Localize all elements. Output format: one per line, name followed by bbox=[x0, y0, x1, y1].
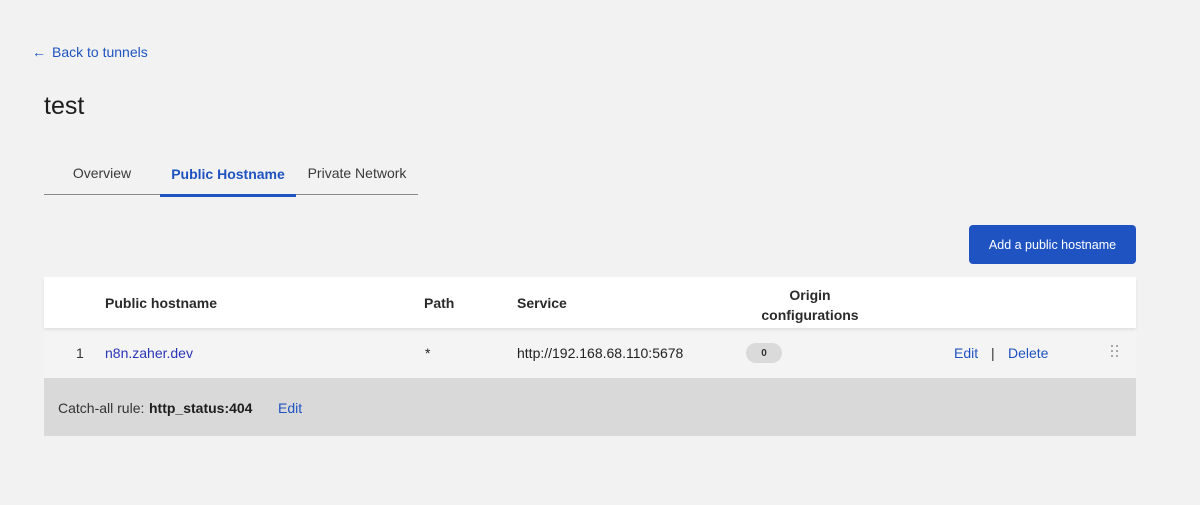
tab-bar: Overview Public Hostname Private Network bbox=[44, 157, 418, 197]
row-path: * bbox=[425, 345, 431, 361]
column-header-hostname: Public hostname bbox=[105, 295, 218, 311]
origin-header-line2: configurations bbox=[761, 307, 859, 323]
edit-row-link[interactable]: Edit bbox=[954, 345, 978, 361]
catch-all-label: Catch-all rule: bbox=[58, 400, 145, 416]
catch-all-value: http_status:404 bbox=[149, 400, 253, 416]
row-service: http://192.168.68.110:5678 bbox=[517, 345, 684, 361]
drag-handle-icon[interactable] bbox=[1110, 345, 1120, 359]
column-header-service: Service bbox=[517, 295, 567, 311]
row-index: 1 bbox=[76, 345, 84, 361]
back-to-tunnels-link[interactable]: ← Back to tunnels bbox=[32, 44, 148, 60]
catch-all-edit-link[interactable]: Edit bbox=[278, 400, 302, 416]
catch-all-rule-row: Catch-all rule: http_status:404 Edit bbox=[44, 378, 1136, 436]
action-separator: | bbox=[991, 345, 995, 361]
hostname-table: Public hostname Path Service Origin conf… bbox=[44, 277, 1136, 436]
arrow-left-icon: ← bbox=[32, 44, 46, 60]
tab-overview[interactable]: Overview bbox=[44, 157, 160, 195]
hostname-link[interactable]: n8n.zaher.dev bbox=[105, 345, 193, 361]
origin-header-line1: Origin bbox=[789, 287, 831, 303]
column-header-origin-configurations: Origin configurations bbox=[756, 285, 864, 325]
table-row: 1 n8n.zaher.dev * http://192.168.68.110:… bbox=[44, 328, 1136, 378]
tab-private-network[interactable]: Private Network bbox=[296, 157, 418, 195]
table-header: Public hostname Path Service Origin conf… bbox=[44, 277, 1136, 328]
delete-row-link[interactable]: Delete bbox=[1008, 345, 1048, 361]
page-title: test bbox=[44, 92, 85, 120]
column-header-path: Path bbox=[424, 295, 455, 311]
tab-public-hostname[interactable]: Public Hostname bbox=[160, 157, 296, 197]
back-link-label: Back to tunnels bbox=[52, 44, 148, 60]
origin-config-count-badge: 0 bbox=[746, 343, 782, 363]
add-public-hostname-button[interactable]: Add a public hostname bbox=[969, 225, 1136, 264]
